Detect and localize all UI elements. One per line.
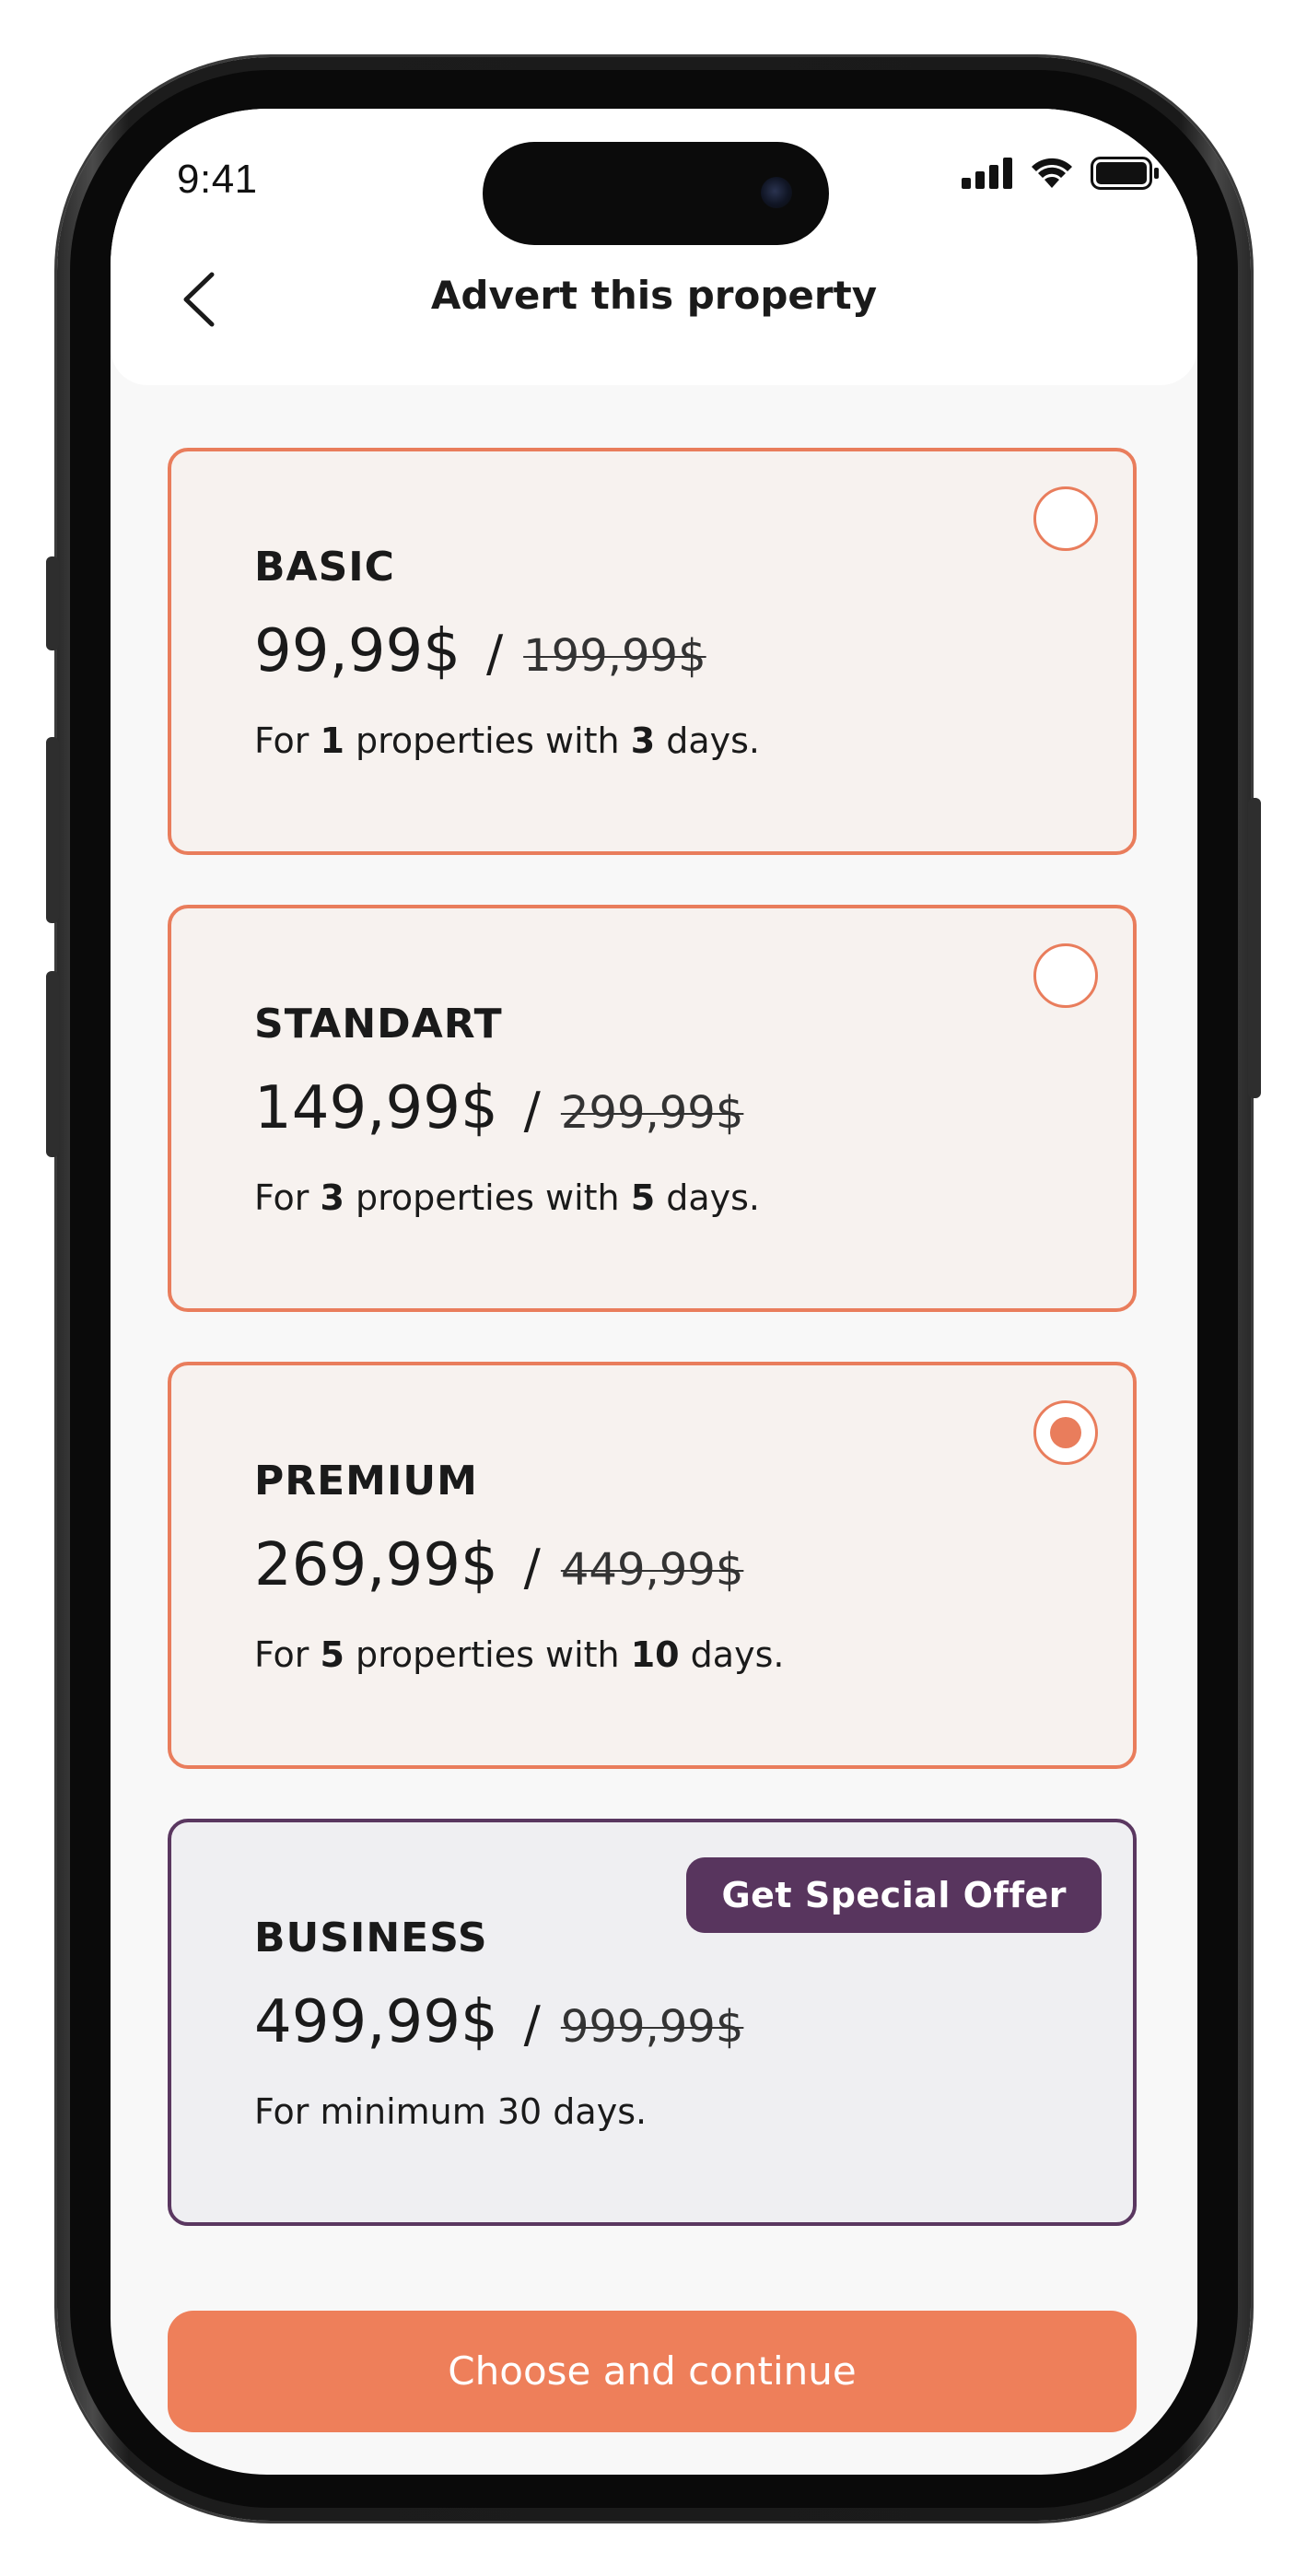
action-button xyxy=(46,556,59,650)
price-separator: / xyxy=(523,1539,541,1597)
plan-name: STANDART xyxy=(254,1001,503,1048)
top-bar: 9:41 Advert this property xyxy=(111,109,1197,385)
desc-middle: properties with xyxy=(344,1177,631,1218)
plan-price: 499,99$ xyxy=(254,1988,498,2056)
plan-old-price: 449,99$ xyxy=(560,1544,744,1596)
plan-card-standart[interactable]: STANDART 149,99$ / 299,99$ For 3 propert… xyxy=(168,905,1137,1312)
page-title: Advert this property xyxy=(430,273,878,318)
dynamic-island xyxy=(483,142,829,245)
plan-name: BUSINESS xyxy=(254,1914,488,1961)
volume-up-button xyxy=(46,737,59,923)
plan-price: 269,99$ xyxy=(254,1531,498,1599)
plan-radio-premium[interactable] xyxy=(1033,1400,1098,1465)
status-icons xyxy=(962,157,1161,190)
price-separator: / xyxy=(523,1082,541,1140)
desc-suffix: days. xyxy=(679,1634,785,1675)
status-time: 9:41 xyxy=(177,157,258,202)
price-row: 99,99$ / 199,99$ xyxy=(254,617,706,685)
plan-description: For 3 properties with 5 days. xyxy=(254,1177,760,1218)
special-offer-button[interactable]: Get Special Offer xyxy=(686,1857,1102,1933)
signal-icon xyxy=(962,158,1012,189)
plan-old-price: 299,99$ xyxy=(560,1087,744,1139)
price-row: 149,99$ / 299,99$ xyxy=(254,1074,743,1142)
desc-prefix: For xyxy=(254,720,321,761)
desc-middle: properties with xyxy=(344,720,631,761)
price-row: 499,99$ / 999,99$ xyxy=(254,1988,743,2056)
plan-description: For 1 properties with 3 days. xyxy=(254,720,760,761)
battery-icon xyxy=(1091,157,1159,190)
plan-old-price: 199,99$ xyxy=(523,630,706,682)
desc-prefix: For xyxy=(254,1177,321,1218)
plan-card-basic[interactable]: BASIC 99,99$ / 199,99$ For 1 properties … xyxy=(168,448,1137,855)
days-count: 5 xyxy=(630,1177,656,1218)
plan-name: BASIC xyxy=(254,544,395,591)
power-button xyxy=(1248,798,1261,1098)
plan-card-premium[interactable]: PREMIUM 269,99$ / 449,99$ For 5 properti… xyxy=(168,1362,1137,1769)
wifi-icon xyxy=(1032,158,1072,188)
plan-old-price: 999,99$ xyxy=(560,2001,744,2053)
plan-price: 99,99$ xyxy=(254,617,461,685)
days-count: 3 xyxy=(630,720,656,761)
price-separator: / xyxy=(523,1996,541,2054)
plan-price: 149,99$ xyxy=(254,1074,498,1142)
properties-count: 3 xyxy=(320,1177,344,1218)
radio-selected-dot xyxy=(1050,1417,1081,1448)
plan-radio-standart[interactable] xyxy=(1033,943,1098,1008)
choose-and-continue-button[interactable]: Choose and continue xyxy=(168,2311,1137,2432)
desc-suffix: days. xyxy=(655,720,761,761)
volume-down-button xyxy=(46,971,59,1157)
camera-icon xyxy=(761,177,792,208)
desc-middle: properties with xyxy=(344,1634,631,1675)
plan-card-business[interactable]: Get Special Offer BUSINESS 499,99$ / 999… xyxy=(168,1819,1137,2226)
plan-radio-basic[interactable] xyxy=(1033,486,1098,551)
plan-description: For 5 properties with 10 days. xyxy=(254,1634,784,1675)
properties-count: 5 xyxy=(320,1634,344,1675)
app-screen: 9:41 Advert this property BASIC 99,99$ /… xyxy=(111,109,1197,2475)
price-separator: / xyxy=(485,625,504,683)
properties-count: 1 xyxy=(320,720,344,761)
price-row: 269,99$ / 449,99$ xyxy=(254,1531,743,1599)
plan-name: PREMIUM xyxy=(254,1458,478,1505)
desc-suffix: days. xyxy=(655,1177,761,1218)
days-count: 10 xyxy=(630,1634,680,1675)
desc-prefix: For xyxy=(254,1634,321,1675)
plan-description: For minimum 30 days. xyxy=(254,2091,648,2132)
